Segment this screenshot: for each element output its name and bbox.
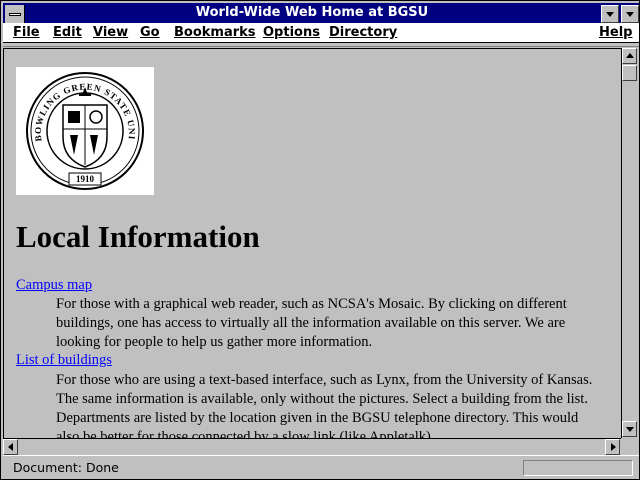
vertical-scroll-track[interactable] xyxy=(622,64,637,422)
list-of-buildings-link[interactable]: List of buildings xyxy=(16,352,112,369)
menu-options[interactable]: Options xyxy=(263,24,320,41)
scroll-left-button[interactable] xyxy=(3,439,18,455)
menu-edit[interactable]: Edit xyxy=(53,24,82,41)
menu-go[interactable]: Go xyxy=(140,24,160,41)
window-title: World-Wide Web Home at BGSU xyxy=(195,5,429,20)
bgsu-seal-logo: BOWLING GREEN STATE UNIVERSITY 1910 xyxy=(12,59,154,195)
menu-file-label: File xyxy=(13,25,40,40)
scrollbar-corner xyxy=(621,438,637,454)
menu-bookmarks[interactable]: Bookmarks xyxy=(174,24,256,41)
menu-directory-label: Directory xyxy=(329,25,398,40)
scroll-up-button[interactable] xyxy=(622,48,637,64)
horizontal-scrollbar[interactable] xyxy=(3,438,621,455)
menu-bar: File Edit View Go Bookmarks Options Dire… xyxy=(3,23,639,43)
page-content: BOWLING GREEN STATE UNIVERSITY 1910 Loca… xyxy=(3,48,621,438)
system-menu-icon xyxy=(9,13,21,16)
campus-map-link[interactable]: Campus map xyxy=(16,277,92,294)
minimize-icon xyxy=(606,12,614,17)
menu-edit-label: Edit xyxy=(53,25,82,40)
menu-bookmarks-label: Bookmarks xyxy=(174,25,256,40)
menu-help-label: Help xyxy=(599,25,633,40)
status-text: Document: Done xyxy=(13,460,119,475)
menu-view[interactable]: View xyxy=(93,24,128,41)
vertical-scroll-thumb[interactable] xyxy=(622,65,637,81)
maximize-icon xyxy=(626,12,634,17)
toolbar-strip xyxy=(3,44,639,47)
progress-indicator xyxy=(523,460,633,476)
list-of-buildings-description: For those who are using a text-based int… xyxy=(56,372,593,438)
menu-options-label: Options xyxy=(263,25,320,40)
minimize-button[interactable] xyxy=(601,5,619,23)
arrow-right-icon xyxy=(611,443,616,451)
seal-year: 1910 xyxy=(76,174,95,184)
vertical-scrollbar[interactable] xyxy=(621,48,637,438)
menu-go-label: Go xyxy=(140,25,160,40)
arrow-left-icon xyxy=(8,443,13,451)
menu-directory[interactable]: Directory xyxy=(329,24,397,41)
status-bar: Document: Done xyxy=(3,455,639,479)
menu-help[interactable]: Help xyxy=(599,24,632,41)
title-bar: World-Wide Web Home at BGSU xyxy=(3,3,639,25)
arrow-up-icon xyxy=(626,53,634,58)
page-heading: Local Information xyxy=(16,219,260,254)
arrow-down-icon xyxy=(626,427,634,432)
campus-map-description: For those with a graphical web reader, s… xyxy=(56,296,567,350)
system-menu-button[interactable] xyxy=(5,5,25,25)
scroll-right-button[interactable] xyxy=(605,439,620,455)
seal-icon: BOWLING GREEN STATE UNIVERSITY 1910 xyxy=(12,59,144,190)
menu-view-label: View xyxy=(93,25,129,40)
menu-file[interactable]: File xyxy=(13,24,40,41)
maximize-button[interactable] xyxy=(621,5,639,23)
scroll-down-button[interactable] xyxy=(622,421,637,437)
browser-window: World-Wide Web Home at BGSU File Edit Vi… xyxy=(0,0,640,480)
